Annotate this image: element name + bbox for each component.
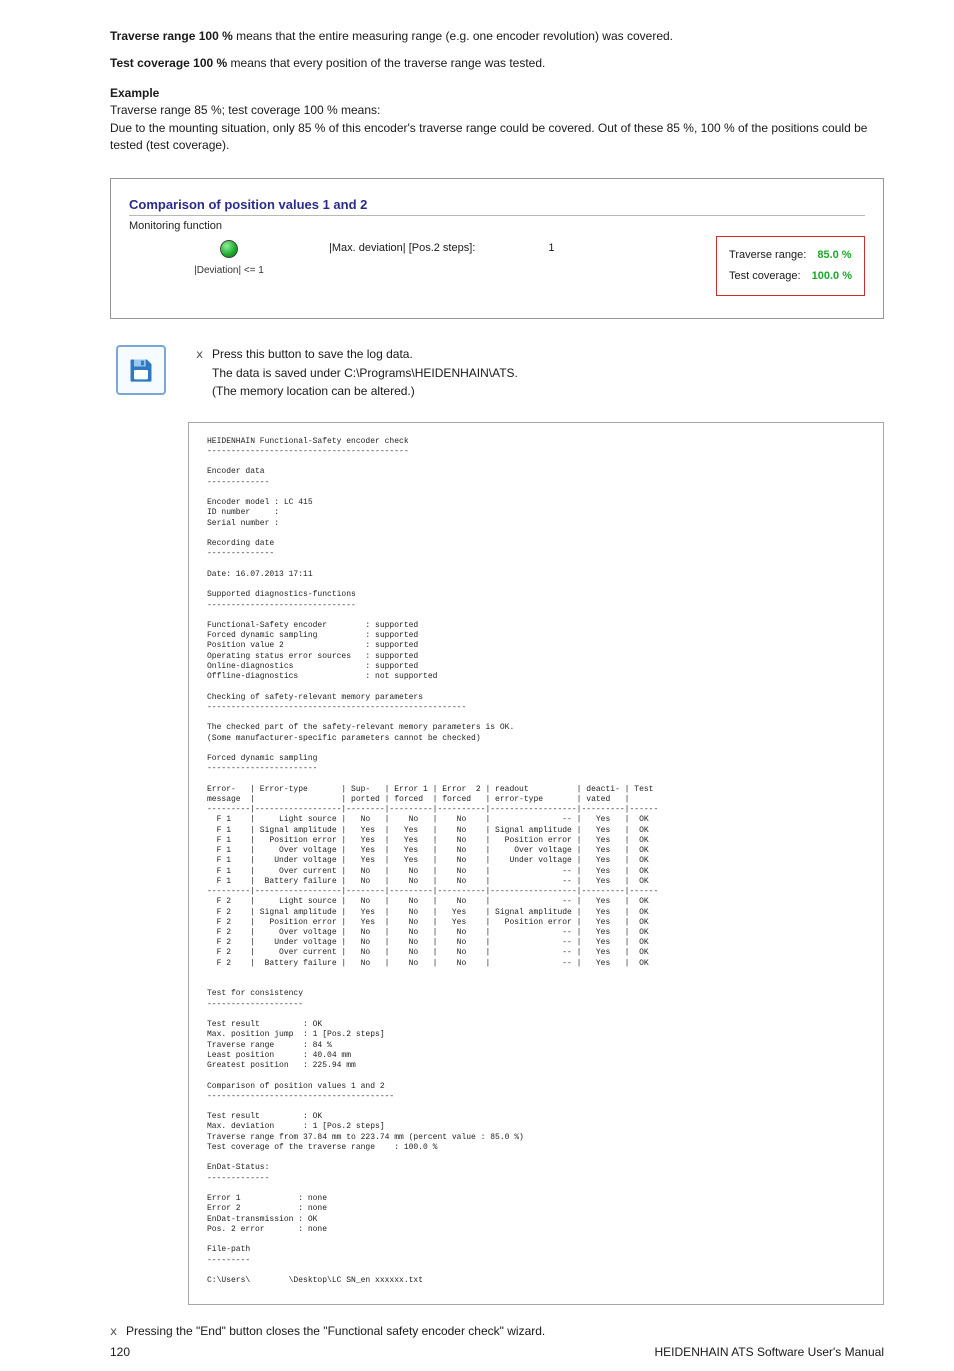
status-led-icon bbox=[220, 240, 238, 258]
save-instruction-text: x Press this button to save the log data.… bbox=[196, 345, 518, 400]
comparison-panel-title: Comparison of position values 1 and 2 bbox=[129, 197, 865, 216]
monitoring-function-label: Monitoring function bbox=[129, 220, 865, 232]
max-deviation-value: 1 bbox=[548, 242, 554, 254]
example-line2: Due to the mounting situation, only 85 %… bbox=[110, 120, 884, 154]
save-line3: (The memory location can be altered.) bbox=[196, 382, 518, 400]
page-footer: 120 HEIDENHAIN ATS Software User's Manua… bbox=[110, 1345, 884, 1359]
text-coverage: means that every position of the travers… bbox=[227, 56, 545, 70]
test-coverage-label: Test coverage: bbox=[729, 270, 801, 282]
traverse-range-value: 85.0 % bbox=[817, 249, 851, 261]
range-coverage-box: Traverse range: 85.0 % Test coverage: 10… bbox=[716, 236, 865, 296]
footer-title: HEIDENHAIN ATS Software User's Manual bbox=[655, 1345, 884, 1359]
save-instruction-row: x Press this button to save the log data.… bbox=[110, 345, 884, 400]
example-heading: Example bbox=[110, 86, 884, 100]
led-label: |Deviation| <= 1 bbox=[129, 265, 329, 276]
max-deviation-readout: |Max. deviation| [Pos.2 steps]: 1 bbox=[329, 236, 716, 254]
traverse-range-label: Traverse range: bbox=[729, 249, 806, 261]
comparison-panel: Comparison of position values 1 and 2 Mo… bbox=[110, 178, 884, 319]
example-line1: Traverse range 85 %; test coverage 100 %… bbox=[110, 102, 884, 119]
log-report-box: HEIDENHAIN Functional-Safety encoder che… bbox=[188, 422, 884, 1305]
max-deviation-label: |Max. deviation| [Pos.2 steps]: bbox=[329, 242, 475, 254]
bold-traverse: Traverse range 100 % bbox=[110, 29, 233, 43]
floppy-disk-icon bbox=[127, 356, 155, 384]
test-coverage-value: 100.0 % bbox=[812, 270, 852, 282]
text-traverse: means that the entire measuring range (e… bbox=[233, 29, 673, 43]
bold-coverage: Test coverage 100 % bbox=[110, 56, 227, 70]
page-number: 120 bbox=[110, 1345, 130, 1359]
closing-text: Pressing the "End" button closes the "Fu… bbox=[126, 1324, 545, 1338]
bullet-marker: x bbox=[110, 1324, 120, 1341]
monitoring-led-block: |Deviation| <= 1 bbox=[129, 236, 329, 276]
save-line2: The data is saved under C:\Programs\HEID… bbox=[196, 364, 518, 382]
bullet-marker: x bbox=[196, 346, 206, 364]
save-line1: Press this button to save the log data. bbox=[212, 347, 413, 361]
para-test-coverage: Test coverage 100 % means that every pos… bbox=[110, 55, 884, 72]
para-traverse-range: Traverse range 100 % means that the enti… bbox=[110, 28, 884, 45]
save-button[interactable] bbox=[116, 345, 166, 395]
closing-line: x Pressing the "End" button closes the "F… bbox=[110, 1323, 884, 1341]
